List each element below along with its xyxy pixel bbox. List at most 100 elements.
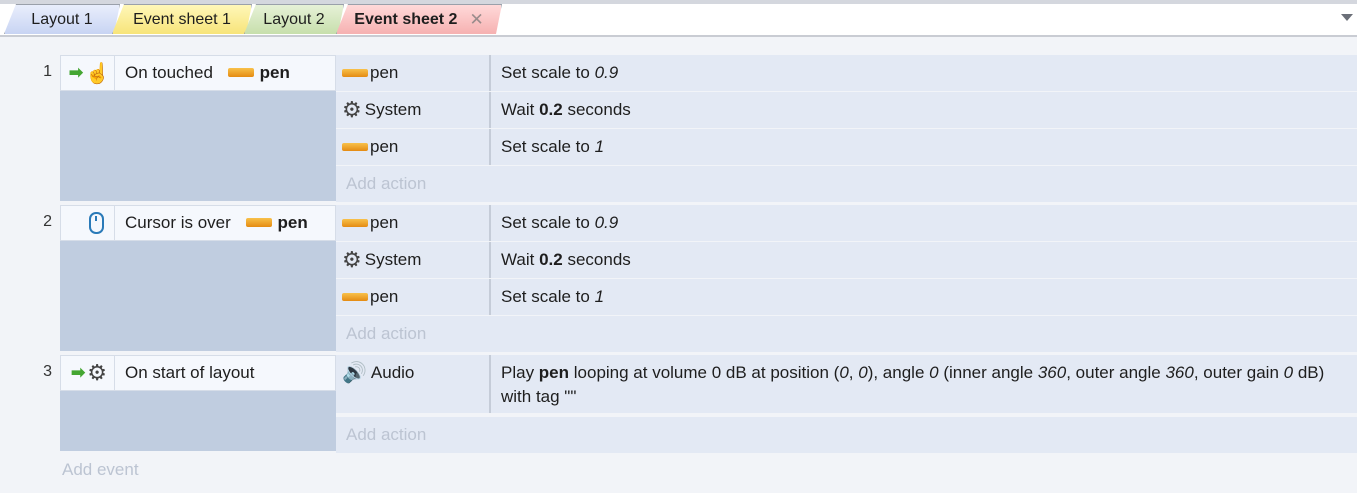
action-object: pen [336, 205, 491, 241]
condition-label: On touched [125, 63, 213, 82]
action-text: Set scale to [501, 63, 595, 82]
action-description: Wait 0.2 seconds [501, 92, 1343, 122]
gear-icon: ⚙ [87, 360, 107, 385]
action-object: pen [336, 279, 491, 315]
action-text: , outer angle [1066, 363, 1166, 382]
condition-text: Cursor is over pen [125, 206, 308, 240]
action-value: 0 [929, 363, 939, 382]
condition-object: pen [259, 63, 290, 82]
condition-cursor-is-over[interactable]: Cursor is over pen [60, 205, 336, 241]
sprite-icon [342, 219, 368, 227]
green-arrow-icon: ➡ [71, 363, 86, 382]
add-action-link[interactable]: Add action [336, 316, 1357, 352]
add-action-link[interactable]: Add action [336, 417, 1357, 453]
action-row[interactable]: pen Set scale to 0.9 [336, 55, 1357, 91]
action-object: pen [336, 129, 491, 165]
action-description: Set scale to 0.9 [501, 55, 1343, 85]
event-sheet: 1 ➡ ☝ On touched pen pen Set scale to 0.… [0, 37, 1357, 493]
action-object-name: pen [370, 137, 399, 156]
sprite-icon [342, 69, 368, 77]
action-text: Wait [501, 250, 540, 269]
action-object-name: System [364, 100, 422, 119]
condition-on-start-of-layout[interactable]: ➡ ⚙ On start of layout [60, 355, 336, 391]
action-object-name: pen [370, 213, 399, 232]
action-row[interactable]: ⚙ System Wait 0.2 seconds [336, 92, 1357, 128]
add-event-link[interactable]: Add event [62, 460, 139, 480]
action-value: 1 [594, 137, 605, 156]
action-row[interactable]: 🔊 Audio Play pen looping at volume 0 dB a… [336, 355, 1357, 413]
action-object-name: pen [370, 63, 399, 82]
event-number: 1 [43, 63, 52, 80]
action-object-name: pen [370, 287, 399, 306]
close-icon[interactable]: ✕ [469, 10, 483, 30]
add-action-link[interactable]: Add action [336, 166, 1357, 202]
action-value: 0.9 [594, 63, 619, 82]
tab-layout-2[interactable]: Layout 2 [244, 4, 344, 34]
action-row[interactable]: pen Set scale to 1 [336, 129, 1357, 165]
action-object-name: Audio [370, 363, 415, 382]
tab-label: Event sheet 1 [133, 10, 231, 28]
gear-icon: ⚙ [342, 97, 362, 122]
tab-layout-1[interactable]: Layout 1 [4, 4, 120, 34]
touch-hand-icon: ☝ [85, 62, 110, 85]
tab-label: Layout 2 [263, 10, 325, 28]
action-description: Play pen looping at volume 0 dB at posit… [501, 355, 1343, 409]
action-text: , outer gain [1193, 363, 1284, 382]
condition-label: On start of layout [125, 363, 255, 382]
action-object: pen [336, 55, 491, 91]
condition-text: On touched pen [125, 56, 290, 90]
gear-icon: ⚙ [342, 247, 362, 272]
action-object: 🔊 Audio [336, 355, 491, 413]
action-object: ⚙ System [336, 242, 491, 278]
action-value: 360 [1165, 363, 1194, 382]
green-arrow-icon: ➡ [68, 63, 84, 82]
sprite-icon [342, 293, 368, 301]
tab-event-sheet-2[interactable]: Event sheet 2 ✕ [336, 4, 502, 34]
action-text: looping at volume 0 dB at position ( [569, 363, 840, 382]
action-text: seconds [562, 250, 631, 269]
tab-label: Event sheet 2 [354, 10, 458, 28]
action-text: ), angle [867, 363, 930, 382]
condition-on-touched[interactable]: ➡ ☝ On touched pen [60, 55, 336, 91]
condition-object: pen [277, 213, 308, 232]
action-row[interactable]: pen Set scale to 0.9 [336, 205, 1357, 241]
action-description: Set scale to 0.9 [501, 205, 1343, 235]
action-text: Play [501, 363, 539, 382]
action-object: ⚙ System [336, 92, 491, 128]
action-value: 360 [1037, 363, 1067, 382]
action-text: Wait [501, 100, 540, 119]
sprite-icon [245, 218, 272, 228]
action-description: Set scale to 1 [501, 279, 1343, 309]
action-value: 0 [858, 363, 868, 382]
action-value: 0.2 [539, 100, 563, 119]
action-row[interactable]: ⚙ System Wait 0.2 seconds [336, 242, 1357, 278]
action-text: Set scale to [501, 287, 595, 306]
action-text: (inner angle [938, 363, 1038, 382]
action-value: 1 [594, 287, 605, 306]
condition-icons: ➡ ⚙ [61, 356, 115, 390]
mouse-icon [89, 212, 104, 234]
action-text: Set scale to [501, 213, 595, 232]
action-text: seconds [562, 100, 631, 119]
action-value: 0.9 [594, 213, 619, 232]
action-value: 0 [1283, 363, 1294, 382]
speaker-icon: 🔊 [342, 362, 367, 384]
event-number: 2 [43, 213, 52, 230]
action-row[interactable]: pen Set scale to 1 [336, 279, 1357, 315]
action-object-name: System [364, 250, 422, 269]
action-value: pen [538, 363, 570, 382]
sprite-icon [227, 68, 254, 78]
action-description: Set scale to 1 [501, 129, 1343, 159]
action-text: , [848, 363, 859, 382]
sprite-icon [342, 143, 368, 151]
condition-icons [61, 206, 115, 240]
event-number: 3 [43, 363, 52, 380]
action-description: Wait 0.2 seconds [501, 242, 1343, 272]
action-value: 0 [839, 363, 849, 382]
tab-event-sheet-1[interactable]: Event sheet 1 [112, 4, 252, 34]
condition-text: On start of layout [125, 356, 254, 390]
action-value: 0.2 [539, 250, 563, 269]
condition-label: Cursor is over [125, 213, 231, 232]
action-text: Set scale to [501, 137, 595, 156]
chevron-down-icon[interactable] [1341, 14, 1353, 21]
